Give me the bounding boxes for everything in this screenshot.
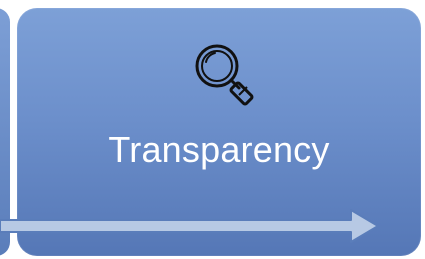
card-label: Transparency bbox=[108, 129, 330, 170]
process-arrow bbox=[0, 209, 379, 243]
magnifying-glass-icon bbox=[195, 44, 254, 106]
diagram-stage: Transparency bbox=[0, 0, 425, 259]
